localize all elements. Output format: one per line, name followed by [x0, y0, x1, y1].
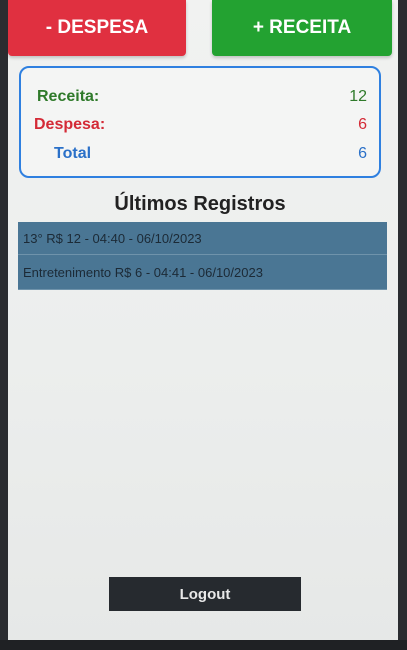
device-bottom-edge [0, 640, 407, 650]
add-receita-label: + RECEITA [252, 17, 352, 38]
app-screen: - DESPESA + RECEITA Receita: 12 Despesa:… [8, 0, 398, 650]
logout-button[interactable]: Logout [109, 577, 301, 611]
receita-label: Receita: [37, 88, 100, 105]
summary-row-receita: Receita: 12 [21, 88, 379, 112]
logout-label: Logout [179, 585, 231, 603]
record-text: 13° R$ 12 - 04:40 - 06/10/2023 [23, 230, 202, 246]
despesa-label: Despesa: [34, 116, 106, 133]
summary-row-despesa: Despesa: 6 [21, 116, 379, 140]
despesa-value: 6 [358, 116, 367, 133]
add-despesa-label: - DESPESA [45, 17, 149, 38]
add-receita-button[interactable]: + RECEITA [212, 0, 392, 56]
add-despesa-button[interactable]: - DESPESA [8, 0, 186, 56]
record-text: Entretenimento R$ 6 - 04:41 - 06/10/2023 [23, 264, 263, 280]
list-item[interactable]: Entretenimento R$ 6 - 04:41 - 06/10/2023 [18, 255, 387, 290]
summary-card: Receita: 12 Despesa: 6 Total 6 [19, 66, 381, 178]
total-label: Total [54, 145, 92, 162]
list-item[interactable]: 13° R$ 12 - 04:40 - 06/10/2023 [18, 222, 387, 255]
action-buttons: - DESPESA + RECEITA [8, 0, 398, 56]
total-value: 6 [358, 145, 367, 162]
receita-value: 12 [349, 88, 367, 105]
summary-row-total: Total 6 [21, 145, 379, 169]
records-list: 13° R$ 12 - 04:40 - 06/10/2023 Entreteni… [18, 222, 387, 290]
section-title: Últimos Registros [114, 193, 286, 215]
